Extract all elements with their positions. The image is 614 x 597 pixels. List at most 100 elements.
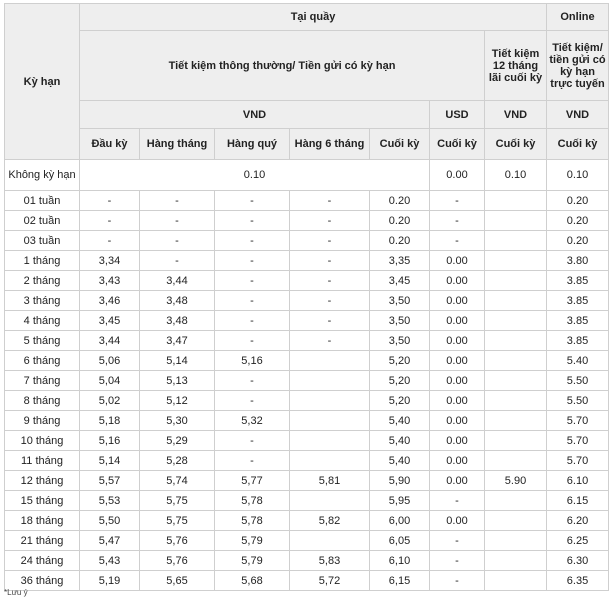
rate-cell: 5,14 xyxy=(139,350,215,371)
rate-cell: 5,78 xyxy=(214,510,290,531)
table-row: 21 tháng 5,47 5,76 5,79 6,05- 6.25 xyxy=(4,530,609,551)
rate-cell: 5,83 xyxy=(289,550,370,571)
rate-cell: 3,48 xyxy=(139,310,215,331)
rate-cell xyxy=(289,450,370,471)
rate-cell: - xyxy=(214,230,290,251)
term-cell: Không kỳ hạn xyxy=(4,159,80,191)
term-cell: 9 tháng xyxy=(4,410,80,431)
rate-cell xyxy=(484,410,547,431)
term-cell: 15 tháng xyxy=(4,490,80,511)
rate-cell xyxy=(484,510,547,531)
rate-cell: 5,06 xyxy=(79,350,140,371)
rate-cell: 6.15 xyxy=(546,490,609,511)
term-cell: 8 tháng xyxy=(4,390,80,411)
rate-cell: - xyxy=(214,450,290,471)
rate-cell: 3,35 xyxy=(369,250,430,271)
rate-cell: 6.30 xyxy=(546,550,609,571)
header-col-online-end: Cuối kỳ xyxy=(546,128,609,160)
rate-cell: - xyxy=(139,190,215,211)
rate-cell: 6.35 xyxy=(546,570,609,591)
rate-cell: 3.85 xyxy=(546,270,609,291)
rate-cell: 5,75 xyxy=(139,510,215,531)
rate-cell: 0.00 xyxy=(429,450,485,471)
rate-cell xyxy=(484,310,547,331)
rate-cell: 0.00 xyxy=(429,350,485,371)
rate-cell: - xyxy=(429,550,485,571)
rate-cell: 6.25 xyxy=(546,530,609,551)
rate-cell: 5,20 xyxy=(369,350,430,371)
demand-deposit-row: Không kỳ hạn 0.10 0.00 0.10 0.10 xyxy=(4,159,609,191)
rate-cell: 0.00 xyxy=(429,330,485,351)
rate-cell: 3.85 xyxy=(546,330,609,351)
rate-cell: - xyxy=(214,430,290,451)
table-row: 8 tháng 5,02 5,12- 5,20 0.00 5.50 xyxy=(4,390,609,411)
rate-cell xyxy=(484,370,547,391)
rate-cell: - xyxy=(429,490,485,511)
rate-cell: 5,29 xyxy=(139,430,215,451)
rate-cell: 6.20 xyxy=(546,510,609,531)
rate-cell: 5,13 xyxy=(139,370,215,391)
table-row: 12 tháng 5,57 5,74 5,77 5,81 5,90 0.00 5.90 6.10 xyxy=(4,470,609,491)
header-currency-vnd-online: VND xyxy=(546,100,609,129)
header-currency-vnd: VND xyxy=(79,100,430,129)
header-col-12m-end: Cuối kỳ xyxy=(484,128,547,160)
rate-cell: 5,78 xyxy=(214,490,290,511)
rate-cell: - xyxy=(289,310,370,331)
table-row: 1 tháng 3,34- - -3,35 0.00 3.80 xyxy=(4,250,609,271)
rate-cell: - xyxy=(214,210,290,231)
term-cell: 02 tuần xyxy=(4,210,80,231)
rate-cell: 5,74 xyxy=(139,470,215,491)
rate-cell xyxy=(484,290,547,311)
table-row: 03 tuần - - - -0.20-0.20 xyxy=(4,230,609,251)
table-row: 36 tháng 5,19 5,65 5,68 5,72 6,15-6.35 xyxy=(4,570,609,591)
rate-cell xyxy=(289,390,370,411)
rate-cell: 5,40 xyxy=(369,450,430,471)
rate-cell: 5,79 xyxy=(214,550,290,571)
header-col-end: Cuối kỳ xyxy=(369,128,430,160)
rate-cell: 5,20 xyxy=(369,390,430,411)
rate-cell: 5,79 xyxy=(214,530,290,551)
table-row: 9 tháng 5,18 5,30 5,32 5,40 0.00 5.70 xyxy=(4,410,609,431)
rate-cell: 5,72 xyxy=(289,570,370,591)
rate-cell xyxy=(289,410,370,431)
header-col-monthly: Hàng tháng xyxy=(139,128,215,160)
rate-cell: 6.10 xyxy=(546,470,609,491)
rate-cell: 5.70 xyxy=(546,430,609,451)
rate-cell: - xyxy=(79,190,140,211)
rate-cell: 5.90 xyxy=(484,470,547,491)
rate-cell: 0.00 xyxy=(429,390,485,411)
rate-cell xyxy=(484,570,547,591)
rate-cell: - xyxy=(214,310,290,331)
term-cell: 4 tháng xyxy=(4,310,80,331)
rate-cell xyxy=(289,430,370,451)
term-cell: 12 tháng xyxy=(4,470,80,491)
rate-cell: 5,40 xyxy=(369,410,430,431)
rate-cell: 3,45 xyxy=(79,310,140,331)
rate-cell: - xyxy=(214,250,290,271)
rate-cell: 3,46 xyxy=(79,290,140,311)
rate-cell: - xyxy=(289,330,370,351)
rate-cell: 5,14 xyxy=(79,450,140,471)
rate-cell xyxy=(484,490,547,511)
rate-cell: 5,50 xyxy=(79,510,140,531)
rate-cell: - xyxy=(214,290,290,311)
header-col-6month: Hàng 6 tháng xyxy=(289,128,370,160)
header-online: Online xyxy=(546,3,609,31)
rate-cell: - xyxy=(289,290,370,311)
rate-cell: - xyxy=(429,230,485,251)
rate-cell: 0.00 xyxy=(429,159,485,191)
table-row: 10 tháng 5,16 5,29- 5,40 0.00 5.70 xyxy=(4,430,609,451)
rate-cell xyxy=(484,210,547,231)
header-currency-usd: USD xyxy=(429,100,485,129)
rate-cell: 3.80 xyxy=(546,250,609,271)
rate-cell: - xyxy=(139,250,215,271)
rate-cell: - xyxy=(214,330,290,351)
rate-cell: 5,82 xyxy=(289,510,370,531)
rate-cell: 0.00 xyxy=(429,310,485,331)
rate-cell: 0.00 xyxy=(429,370,485,391)
rate-cell xyxy=(289,490,370,511)
rate-cell: 5.50 xyxy=(546,370,609,391)
term-cell: 5 tháng xyxy=(4,330,80,351)
table-row: 24 tháng 5,43 5,76 5,79 5,83 6,10- 6.30 xyxy=(4,550,609,571)
rate-cell: 5,20 xyxy=(369,370,430,391)
